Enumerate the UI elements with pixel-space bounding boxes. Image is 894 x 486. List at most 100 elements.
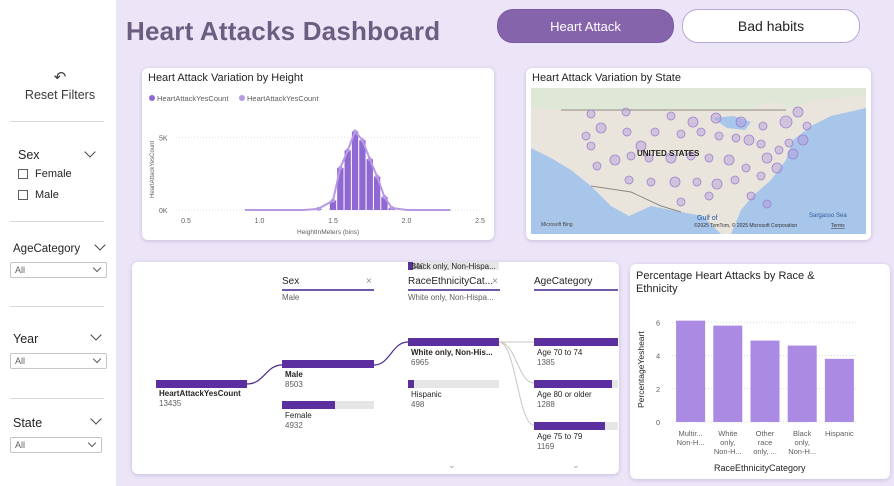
state-marker[interactable] [743, 134, 755, 146]
state-marker[interactable] [581, 131, 591, 141]
state-marker[interactable] [592, 161, 602, 171]
series-point [382, 194, 387, 199]
decomp-node-bar[interactable] [408, 338, 499, 346]
state-marker[interactable] [714, 131, 724, 141]
height-chart: HeartAttackYesCount HeartAttackYesCount … [149, 94, 485, 236]
chevron-down-icon[interactable] [84, 146, 96, 158]
state-marker[interactable] [669, 176, 681, 188]
histogram-bar[interactable] [359, 140, 366, 210]
height-chart-card[interactable]: Heart Attack Variation by Height HeartAt… [142, 68, 494, 240]
sex-option-male[interactable]: Male [18, 189, 59, 201]
state-marker[interactable] [784, 138, 794, 148]
state-marker[interactable] [666, 111, 676, 121]
race-bar[interactable] [824, 358, 854, 422]
state-marker[interactable] [704, 191, 714, 201]
state-marker[interactable] [756, 171, 766, 181]
reset-filters-button[interactable]: ↶ Reset Filters [12, 69, 108, 103]
race-bar[interactable] [713, 325, 743, 422]
sex-option-female[interactable]: Female [18, 168, 72, 180]
state-marker[interactable] [586, 109, 596, 119]
state-marker[interactable] [710, 112, 722, 124]
decomp-node-bar[interactable] [534, 338, 618, 346]
chevron-down-icon[interactable] [94, 239, 106, 251]
state-marker[interactable] [792, 106, 804, 118]
state-marker[interactable] [758, 121, 768, 131]
filter-pane: ↶ Reset Filters Sex Female Male AgeCateg… [0, 0, 116, 486]
state-marker[interactable] [650, 127, 660, 137]
state-dropdown[interactable]: All [10, 437, 102, 453]
state-marker[interactable] [723, 154, 735, 166]
decomp-node-bar[interactable] [534, 422, 618, 430]
terms-link[interactable]: Terms [831, 223, 845, 229]
state-marker[interactable] [696, 127, 706, 137]
nav-bad-habits-button[interactable]: Bad habits [682, 9, 860, 43]
decomp-node-bar[interactable] [282, 360, 374, 368]
state-marker[interactable] [762, 199, 772, 209]
state-marker[interactable] [595, 122, 607, 134]
chevron-down-icon[interactable] [90, 329, 102, 341]
state-marker[interactable] [771, 162, 783, 174]
state-marker[interactable] [646, 177, 656, 187]
year-filter-title: Year [13, 332, 39, 346]
series-point [389, 205, 394, 210]
race-bar[interactable] [676, 320, 706, 422]
state-marker[interactable] [692, 177, 702, 187]
histogram-bar[interactable] [344, 150, 351, 210]
state-marker[interactable] [626, 151, 636, 161]
height-chart-ticks: 5K 0K 0.5 1.0 1.5 2.0 2.5 [159, 135, 485, 225]
state-marker[interactable] [711, 178, 723, 190]
decomposition-tree-card[interactable]: Sex × Male RaceEthnicityCat... × White o… [132, 262, 619, 474]
state-marker[interactable] [676, 197, 686, 207]
race-chart-card[interactable]: Percentage Heart Attacks by Race & Ethni… [630, 264, 890, 479]
checkbox-male[interactable] [18, 190, 28, 200]
decomp-node-bar[interactable] [282, 401, 374, 409]
series-point [375, 174, 380, 179]
state-marker[interactable] [779, 115, 793, 129]
age-category-filter-title: AgeCategory [13, 243, 81, 255]
decomp-node-value: 4932 [285, 421, 303, 430]
race-bar[interactable] [750, 340, 780, 422]
race-bar[interactable] [787, 345, 817, 422]
state-marker[interactable] [621, 107, 631, 117]
height-chart-grid [176, 136, 480, 211]
state-marker[interactable] [774, 145, 784, 155]
state-map-card[interactable]: Heart Attack Variation by State UNITED S… [526, 68, 871, 240]
chevron-down-icon[interactable] [90, 413, 102, 425]
state-marker[interactable] [609, 154, 621, 166]
state-marker[interactable] [787, 148, 799, 160]
nav-heart-attack-button[interactable]: Heart Attack [497, 9, 674, 43]
decomp-node-bar[interactable] [408, 380, 499, 388]
state-marker[interactable] [741, 163, 751, 173]
us-map[interactable]: UNITED STATES Gulf of Sargasso Sea Micro… [531, 88, 866, 234]
state-marker[interactable] [704, 153, 714, 163]
state-marker[interactable] [735, 116, 747, 128]
state-marker[interactable] [730, 175, 740, 185]
state-marker[interactable] [624, 175, 634, 185]
state-marker[interactable] [797, 134, 809, 146]
decomp-node-value: 498 [411, 400, 425, 409]
state-marker[interactable] [622, 127, 632, 137]
undo-icon: ↶ [53, 69, 67, 86]
histogram-bar[interactable] [351, 131, 359, 210]
height-chart-title: Heart Attack Variation by Height [148, 72, 304, 84]
state-marker[interactable] [586, 141, 596, 151]
state-marker[interactable] [756, 139, 766, 149]
decomp-root-bar[interactable] [156, 380, 247, 388]
y-tick-label: 0K [159, 208, 168, 215]
x-tick-label: Non-H... [714, 447, 742, 456]
state-marker[interactable] [761, 152, 773, 164]
checkbox-female[interactable] [18, 169, 28, 179]
decomp-node-label: Age 80 or older [537, 390, 592, 399]
state-marker[interactable] [731, 133, 741, 143]
bing-label: Microsoft Bing [541, 222, 573, 228]
state-marker[interactable] [802, 121, 812, 131]
age-category-dropdown[interactable]: All [10, 262, 107, 278]
state-marker[interactable] [746, 191, 756, 201]
state-marker[interactable] [676, 129, 686, 139]
decomp-node-bar[interactable] [534, 380, 618, 388]
decomp-node-label: White only, Non-His... [411, 348, 493, 357]
state-marker[interactable] [687, 116, 699, 128]
year-dropdown[interactable]: All [10, 353, 107, 369]
y-axis-label: PercentageYesheart [636, 331, 646, 408]
x-tick-label: 2.5 [475, 218, 485, 225]
